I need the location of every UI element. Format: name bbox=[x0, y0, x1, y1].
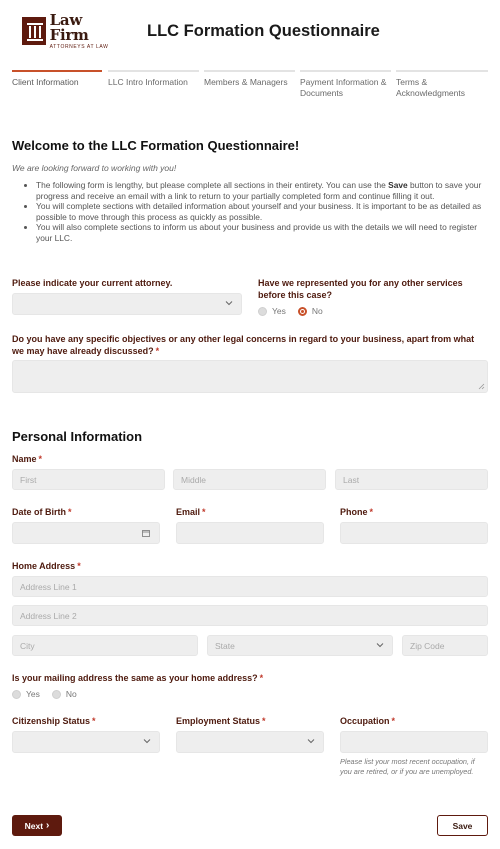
required-mark: * bbox=[369, 507, 374, 517]
occupation-input[interactable] bbox=[340, 731, 488, 753]
step-label: Payment Information & Documents bbox=[300, 77, 387, 98]
option-label: Yes bbox=[26, 689, 40, 699]
represented-yes-option[interactable]: Yes bbox=[258, 306, 286, 316]
step-llc-intro-information[interactable]: LLC Intro Information bbox=[108, 70, 199, 100]
required-mark: * bbox=[92, 716, 96, 726]
zip-code-input[interactable]: Zip Code bbox=[402, 635, 488, 656]
attorney-label: Please indicate your current attorney. bbox=[12, 278, 173, 288]
brand-name: Law Firm bbox=[49, 10, 89, 44]
objectives-textarea[interactable] bbox=[12, 360, 488, 393]
placeholder: First bbox=[20, 474, 37, 485]
required-mark: * bbox=[155, 346, 160, 356]
occupation-hint: Please list your most recent occupation,… bbox=[340, 757, 475, 776]
first-name-input[interactable]: First bbox=[12, 469, 165, 490]
save-keyword: Save bbox=[388, 180, 408, 190]
instruction-register: You will also complete sections to infor… bbox=[36, 222, 488, 243]
represented-radio-group: Yes No bbox=[258, 306, 335, 316]
step-label: Terms & Acknowledgments bbox=[396, 77, 465, 98]
represented-label: Have we represented you for any other se… bbox=[258, 278, 463, 300]
step-client-information[interactable]: Client Information bbox=[12, 70, 102, 100]
step-label: LLC Intro Information bbox=[108, 77, 188, 87]
mailing-radio-group: Yes No bbox=[12, 689, 89, 699]
welcome-subtitle: We are looking forward to working with y… bbox=[12, 163, 177, 173]
placeholder: Address Line 1 bbox=[20, 581, 77, 592]
home-address-label: Home Address * bbox=[12, 561, 81, 571]
step-label: Client Information bbox=[12, 77, 79, 87]
employment-label: Employment Status * bbox=[176, 716, 266, 726]
radio-yes[interactable] bbox=[12, 689, 21, 699]
next-button[interactable]: Next › bbox=[12, 815, 62, 836]
phone-label: Phone * bbox=[340, 507, 374, 517]
header: Law Firm ATTORNEYS AT LAW LLC Formation … bbox=[0, 0, 500, 62]
resize-handle-icon[interactable] bbox=[478, 383, 485, 390]
placeholder: Last bbox=[343, 474, 360, 485]
law-firm-logo: Law Firm ATTORNEYS AT LAW bbox=[22, 12, 119, 49]
placeholder: State bbox=[215, 640, 235, 651]
occupation-label: Occupation * bbox=[340, 716, 396, 726]
instruction-detail: You will complete sections with detailed… bbox=[36, 201, 488, 222]
mailing-address-label: Is your mailing address the same as your… bbox=[12, 673, 264, 683]
option-label: No bbox=[311, 306, 323, 316]
radio-no-selected[interactable] bbox=[297, 306, 307, 316]
radio-no[interactable] bbox=[51, 689, 61, 699]
middle-name-input[interactable]: Middle bbox=[173, 469, 326, 490]
email-label: Email * bbox=[176, 507, 206, 517]
step-terms-acknowledgments[interactable]: Terms & Acknowledgments bbox=[396, 70, 488, 100]
next-label: Next bbox=[24, 820, 44, 831]
pillar-logo-icon bbox=[22, 17, 46, 45]
save-label: Save bbox=[452, 820, 473, 831]
required-mark: * bbox=[68, 507, 72, 517]
page-title: LLC Formation Questionnaire bbox=[147, 22, 380, 40]
mailing-no-option[interactable]: No bbox=[51, 689, 77, 699]
required-mark: * bbox=[38, 454, 43, 464]
last-name-input[interactable]: Last bbox=[335, 469, 488, 490]
address-line-2-input[interactable]: Address Line 2 bbox=[12, 605, 488, 626]
dob-input[interactable] bbox=[12, 522, 160, 544]
objectives-label: Do you have any specific objectives or a… bbox=[12, 334, 475, 356]
mailing-yes-option[interactable]: Yes bbox=[12, 689, 40, 699]
step-label: Members & Managers bbox=[204, 77, 288, 87]
placeholder: Middle bbox=[181, 474, 207, 485]
employment-select[interactable] bbox=[176, 731, 324, 753]
required-mark: * bbox=[262, 716, 266, 726]
represented-no-option[interactable]: No bbox=[297, 306, 323, 316]
step-payment-documents[interactable]: Payment Information & Documents bbox=[300, 70, 391, 100]
calendar-icon[interactable] bbox=[142, 529, 150, 537]
phone-input[interactable] bbox=[340, 522, 488, 544]
radio-yes[interactable] bbox=[258, 306, 267, 316]
required-mark: * bbox=[202, 507, 206, 517]
name-label: Name * bbox=[12, 454, 43, 464]
save-button[interactable]: Save bbox=[437, 815, 488, 836]
chevron-down-icon bbox=[225, 301, 233, 306]
required-mark: * bbox=[391, 716, 396, 726]
brand-tagline: ATTORNEYS AT LAW bbox=[49, 43, 109, 50]
chevron-down-icon bbox=[307, 739, 315, 744]
placeholder: City bbox=[20, 640, 35, 651]
chevron-right-icon: › bbox=[46, 820, 50, 831]
chevron-down-icon bbox=[143, 739, 151, 744]
option-label: Yes bbox=[272, 306, 286, 316]
citizenship-label: Citizenship Status * bbox=[12, 716, 96, 726]
step-members-managers[interactable]: Members & Managers bbox=[204, 70, 295, 100]
email-input[interactable] bbox=[176, 522, 324, 544]
city-input[interactable]: City bbox=[12, 635, 198, 656]
instructions-list: The following form is lengthy, but pleas… bbox=[26, 180, 488, 244]
attorney-select[interactable] bbox=[12, 293, 242, 315]
option-label: No bbox=[65, 689, 77, 699]
instruction-save: The following form is lengthy, but pleas… bbox=[36, 180, 488, 201]
welcome-title: Welcome to the LLC Formation Questionnai… bbox=[12, 138, 300, 153]
progress-steps: Client Information LLC Intro Information… bbox=[12, 70, 488, 100]
state-select[interactable]: State bbox=[207, 635, 393, 656]
dob-label: Date of Birth * bbox=[12, 507, 72, 517]
placeholder: Zip Code bbox=[410, 640, 445, 651]
personal-information-title: Personal Information bbox=[12, 429, 143, 444]
required-mark: * bbox=[77, 561, 81, 571]
address-line-1-input[interactable]: Address Line 1 bbox=[12, 576, 488, 597]
citizenship-select[interactable] bbox=[12, 731, 160, 753]
placeholder: Address Line 2 bbox=[20, 610, 77, 621]
chevron-down-icon bbox=[376, 642, 384, 647]
required-mark: * bbox=[259, 673, 264, 683]
